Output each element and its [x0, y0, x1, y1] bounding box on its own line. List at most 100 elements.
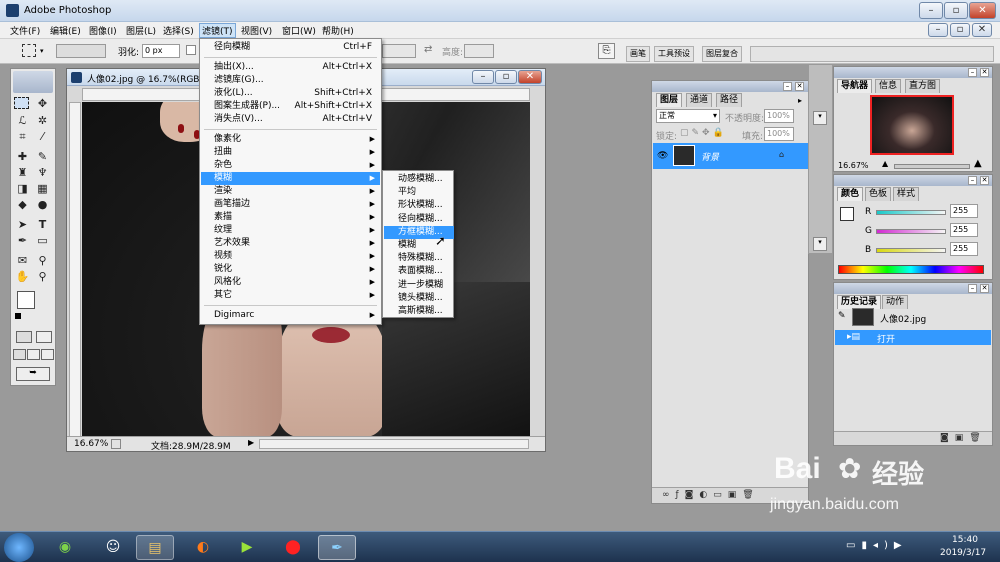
tab-history[interactable]: 历史记录	[837, 295, 882, 309]
standard-mode-button[interactable]	[16, 331, 32, 343]
filter-menu-item[interactable]: Digimarc ▶	[201, 309, 380, 322]
marquee-preset-icon[interactable]	[22, 44, 36, 57]
color-ramp[interactable]	[838, 265, 984, 274]
screen-mode-full[interactable]	[41, 349, 54, 360]
crop-tool[interactable]: ⌗	[14, 129, 31, 144]
tab-styles[interactable]: 样式	[893, 187, 920, 201]
menu-select[interactable]: 选择(S)	[163, 24, 194, 37]
document-maximize-button[interactable]: ▫	[495, 70, 517, 84]
filter-menu-item[interactable]: 纹理 ▶	[201, 224, 380, 237]
blur-menu-item[interactable]: 镜头模糊...	[384, 292, 454, 305]
jump-to-imageready-button[interactable]: ➥	[16, 367, 50, 381]
blur-tool[interactable]: ◆	[14, 197, 31, 212]
tab-info[interactable]: 信息	[875, 79, 902, 93]
blur-menu-item[interactable]: 平均	[384, 186, 454, 199]
quick-mask-button[interactable]	[36, 331, 52, 343]
panel-close-icon[interactable]: ✕	[980, 176, 989, 185]
magic-wand-tool[interactable]: ✲	[34, 113, 51, 128]
menu-edit[interactable]: 编辑(E)	[50, 24, 81, 37]
lasso-tool[interactable]: ℒ	[14, 113, 31, 128]
layer-row[interactable]: 👁 背景 ⌂	[653, 143, 808, 169]
panel-menu-icon[interactable]: ▸	[798, 96, 802, 105]
swap-icon[interactable]: ⇄	[424, 44, 432, 55]
blend-mode-select[interactable]: 正常 ▾	[656, 109, 720, 123]
blur-menu-item[interactable]: 特殊模糊...	[384, 252, 454, 265]
menu-view[interactable]: 视图(V)	[241, 24, 272, 37]
filter-menu-item[interactable]: 渲染 ▶	[201, 185, 380, 198]
horizontal-scrollbar[interactable]	[259, 439, 529, 449]
lock-icons[interactable]: ▢✎✥🔒	[680, 128, 727, 138]
history-step-row[interactable]: ▸▤ 打开	[835, 330, 991, 345]
filter-menu-item[interactable]: 风格化 ▶	[201, 276, 380, 289]
red-input[interactable]: 255	[950, 204, 978, 218]
clone-stamp-tool[interactable]: ♜	[14, 165, 31, 180]
status-arrow-icon[interactable]: ▶	[248, 438, 254, 447]
foreground-swatch[interactable]	[840, 207, 854, 221]
brush-tool[interactable]: ✎	[34, 149, 51, 164]
green-input[interactable]: 255	[950, 223, 978, 237]
move-tool[interactable]: ✥	[34, 96, 51, 111]
history-footer-icons[interactable]: ◙▣🗑	[940, 433, 987, 443]
red-slider[interactable]	[876, 210, 946, 215]
filter-menu-item[interactable]: 画笔描边 ▶	[201, 198, 380, 211]
panel-close-icon[interactable]: ✕	[980, 284, 989, 293]
healing-brush-tool[interactable]: ✚	[14, 149, 31, 164]
tab-paths[interactable]: 路径	[716, 93, 743, 107]
zoom-slider[interactable]	[894, 164, 970, 169]
pen-tool[interactable]: ✒	[14, 233, 31, 248]
chevron-down-icon[interactable]: ▾	[813, 111, 827, 125]
dock-tab-layer-comps[interactable]: 图层复合	[702, 46, 742, 62]
doc-close-button[interactable]: ✕	[972, 23, 992, 37]
blur-menu-item[interactable]: 形状模糊...	[384, 199, 454, 212]
document-minimize-button[interactable]: –	[472, 70, 494, 84]
layer-name[interactable]: 背景	[701, 150, 719, 163]
blur-menu-item[interactable]: 高斯模糊...	[384, 305, 454, 318]
panel-minimize-icon[interactable]: –	[968, 68, 977, 77]
fill-input[interactable]: 100%	[764, 127, 794, 141]
doc-minimize-button[interactable]: –	[928, 23, 948, 37]
status-menu-icon[interactable]	[111, 439, 121, 449]
media-player-icon[interactable]: ▶	[230, 535, 264, 560]
dock-tab-tool-presets[interactable]: 工具预设	[654, 46, 694, 62]
filter-menu-item[interactable]: 液化(L)... Shift+Ctrl+X	[201, 87, 380, 100]
clock-date[interactable]: 2019/3/17	[940, 548, 986, 558]
qq-icon[interactable]: ☺	[96, 535, 130, 560]
eye-icon[interactable]: 👁	[657, 151, 668, 161]
recorder-icon[interactable]: ⬤	[276, 535, 310, 560]
menu-help[interactable]: 帮助(H)	[322, 24, 354, 37]
tab-swatches[interactable]: 色板	[865, 187, 892, 201]
filter-menu-item[interactable]: 扭曲 ▶	[201, 146, 380, 159]
shape-tool[interactable]: ▭	[34, 233, 51, 248]
menu-layer[interactable]: 图层(L)	[126, 24, 156, 37]
layers-footer-icons[interactable]: ∞ƒ◙◐▭▣🗑	[662, 490, 760, 500]
eraser-tool[interactable]: ◨	[14, 181, 31, 196]
foreground-color-swatch[interactable]	[17, 291, 35, 309]
blur-menu-item[interactable]: 动感模糊...	[384, 173, 454, 186]
tab-color[interactable]: 颜色	[837, 187, 864, 201]
tab-navigator[interactable]: 导航器	[837, 79, 873, 93]
tab-channels[interactable]: 通道	[686, 93, 713, 107]
close-button[interactable]: ✕	[969, 2, 996, 19]
hand-tool[interactable]: ✋	[14, 269, 31, 284]
firefox-icon[interactable]: ◐	[186, 535, 220, 560]
filter-menu-item[interactable]: 消失点(V)... Alt+Ctrl+V	[201, 113, 380, 126]
menu-filter[interactable]: 滤镜(T)	[199, 23, 236, 38]
filter-menu-item[interactable]: 视频 ▶	[201, 250, 380, 263]
type-tool[interactable]: T	[34, 217, 51, 232]
filter-menu-item[interactable]: 滤镜库(G)...	[201, 74, 380, 87]
zoom-out-icon[interactable]: ▲	[882, 159, 888, 168]
dodge-tool[interactable]: ●	[34, 197, 51, 212]
panel-minimize-icon[interactable]: –	[968, 284, 977, 293]
history-brush-tool[interactable]: ♆	[34, 165, 51, 180]
file-explorer-icon[interactable]: ▤	[136, 535, 174, 560]
filter-menu-item[interactable]: 径向模糊 Ctrl+F	[201, 41, 380, 54]
filter-menu-item[interactable]: 其它 ▶	[201, 289, 380, 302]
path-selection-tool[interactable]: ➤	[14, 217, 31, 232]
menu-image[interactable]: 图像(I)	[89, 24, 117, 37]
clock-time[interactable]: 15:40	[952, 535, 978, 545]
tab-histogram[interactable]: 直方图	[905, 79, 941, 93]
antialias-checkbox[interactable]	[186, 45, 196, 55]
panel-minimize-icon[interactable]: –	[783, 82, 792, 91]
blue-slider[interactable]	[876, 248, 946, 253]
filter-menu-item[interactable]: 素描 ▶	[201, 211, 380, 224]
